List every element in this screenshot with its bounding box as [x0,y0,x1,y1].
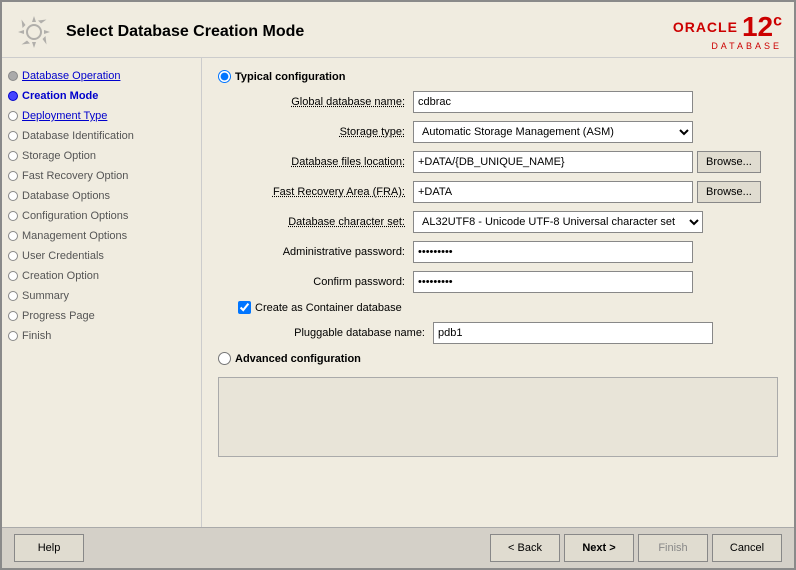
browse-fast-recovery-button[interactable]: Browse... [697,181,761,203]
confirm-password-label: Confirm password: [218,276,413,288]
header: Select Database Creation Mode ORACLE 12c… [2,2,794,58]
container-db-checkbox[interactable] [238,301,251,314]
finish-button[interactable]: Finish [638,534,708,562]
sidebar-item-user-credentials: User Credentials [2,246,201,266]
sidebar-bullet-progress [8,311,18,321]
advanced-config-radio[interactable] [218,352,231,365]
sidebar-bullet-creation-mode [8,91,18,101]
help-button[interactable]: Help [14,534,84,562]
db-charset-label: Database character set: [218,216,413,228]
sidebar-item-storage-option: Storage Option [2,146,201,166]
sidebar-item-progress-page: Progress Page [2,306,201,326]
db-files-location-group: Database files location: Browse... [218,151,778,173]
db-charset-select[interactable]: AL32UTF8 - Unicode UTF-8 Universal chara… [413,211,703,233]
db-files-location-label: Database files location: [218,156,413,168]
sidebar-item-management-options: Management Options [2,226,201,246]
oracle-logo: ORACLE 12c DATABASE [673,13,782,51]
typical-config-label: Typical configuration [235,71,345,83]
gear-icon [14,12,54,52]
global-db-name-group: Global database name: [218,91,778,113]
oracle-version-number: 12c [742,13,782,41]
sidebar-item-database-options: Database Options [2,186,201,206]
oracle-database-label: DATABASE [711,41,782,51]
content-area: Database Operation Creation Mode Deploym… [2,58,794,527]
sidebar-bullet-mgmt [8,231,18,241]
sidebar-bullet-db-options [8,191,18,201]
oracle-text: ORACLE [673,19,738,35]
storage-type-label: Storage type: [218,126,413,138]
fast-recovery-input[interactable] [413,181,693,203]
next-button[interactable]: Next > [564,534,634,562]
main-window: Select Database Creation Mode ORACLE 12c… [0,0,796,570]
sidebar-bullet-storage [8,151,18,161]
sidebar-bullet-deployment-type [8,111,18,121]
fast-recovery-group: Fast Recovery Area (FRA): Browse... [218,181,778,203]
admin-password-label: Administrative password: [218,246,413,258]
footer-right-buttons: < Back Next > Finish Cancel [490,534,782,562]
browse-db-files-button[interactable]: Browse... [697,151,761,173]
sidebar-bullet-fra [8,171,18,181]
sidebar-item-summary: Summary [2,286,201,306]
storage-type-group: Storage type: Automatic Storage Manageme… [218,121,778,143]
back-button[interactable]: < Back [490,534,560,562]
db-charset-group: Database character set: AL32UTF8 - Unico… [218,211,778,233]
sidebar-item-finish: Finish [2,326,201,346]
info-box [218,377,778,457]
sidebar-item-fast-recovery-option: Fast Recovery Option [2,166,201,186]
header-title: Select Database Creation Mode [14,12,304,52]
sidebar-bullet-config-options [8,211,18,221]
footer: Help < Back Next > Finish Cancel [2,527,794,568]
container-db-label: Create as Container database [255,302,402,314]
sidebar-item-database-identification: Database Identification [2,126,201,146]
sidebar-item-database-operation[interactable]: Database Operation [2,66,201,86]
pluggable-db-label: Pluggable database name: [258,327,433,339]
sidebar-bullet-creation-opt [8,271,18,281]
sidebar-item-creation-option: Creation Option [2,266,201,286]
confirm-password-group: Confirm password: [218,271,778,293]
advanced-config-label: Advanced configuration [235,353,361,365]
cancel-button[interactable]: Cancel [712,534,782,562]
main-form-area: Typical configuration Global database na… [202,58,794,527]
sidebar-bullet-database-operation [8,71,18,81]
pluggable-db-group: Pluggable database name: [218,322,778,344]
sidebar-item-deployment-type[interactable]: Deployment Type [2,106,201,126]
sidebar: Database Operation Creation Mode Deploym… [2,58,202,527]
sidebar-bullet-finish [8,331,18,341]
sidebar-bullet-user-cred [8,251,18,261]
db-files-location-input[interactable] [413,151,693,173]
typical-config-group: Typical configuration [218,70,778,83]
container-db-group: Create as Container database [218,301,778,314]
typical-config-radio[interactable] [218,70,231,83]
sidebar-bullet-db-id [8,131,18,141]
pluggable-db-input[interactable] [433,322,713,344]
advanced-config-group: Advanced configuration [218,352,778,365]
admin-password-group: Administrative password: [218,241,778,263]
sidebar-bullet-summary [8,291,18,301]
confirm-password-input[interactable] [413,271,693,293]
admin-password-input[interactable] [413,241,693,263]
sidebar-item-creation-mode[interactable]: Creation Mode [2,86,201,106]
page-title: Select Database Creation Mode [66,23,304,41]
storage-type-select[interactable]: Automatic Storage Management (ASM) File … [413,121,693,143]
sidebar-item-configuration-options: Configuration Options [2,206,201,226]
global-db-name-label: Global database name: [218,96,413,108]
fast-recovery-label: Fast Recovery Area (FRA): [218,186,413,198]
global-db-name-input[interactable] [413,91,693,113]
